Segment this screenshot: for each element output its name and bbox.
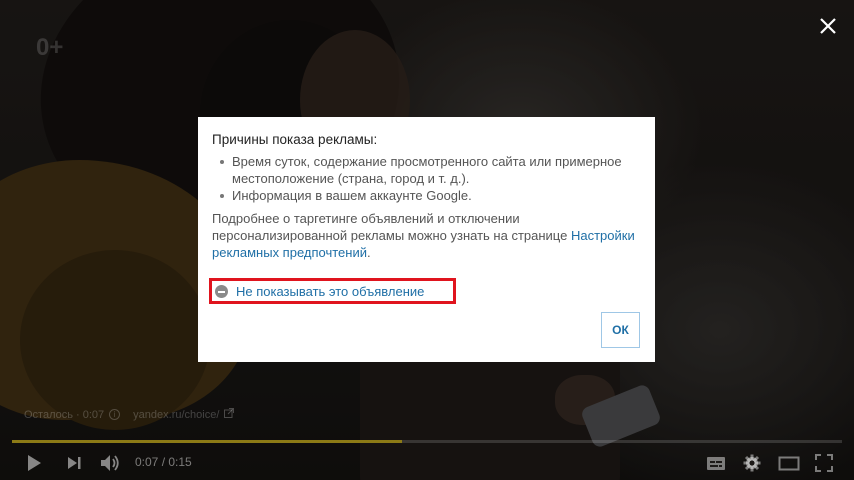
reason-item: Время суток, содержание просмотренного с…: [212, 153, 641, 187]
time-display: 0:07 / 0:15: [135, 455, 192, 469]
ad-info-bar: Осталось · 0:07 i yandex.ru/choice/: [24, 408, 235, 421]
progress-fill: [12, 440, 403, 443]
fullscreen-button[interactable]: [813, 452, 835, 474]
progress-bar[interactable]: [12, 440, 842, 443]
hide-ad-button[interactable]: Не показывать это объявление: [209, 278, 456, 304]
reasons-list: Время суток, содержание просмотренного с…: [212, 153, 641, 204]
targeting-info: Подробнее о таргетинге объявлений и откл…: [212, 210, 641, 261]
fullscreen-icon: [815, 454, 833, 472]
play-icon: [28, 455, 41, 471]
gear-icon: [743, 454, 761, 472]
subtitles-icon: [707, 457, 725, 470]
targeting-info-text: Подробнее о таргетинге объявлений и откл…: [212, 211, 568, 243]
ad-remaining-text: Осталось · 0:07: [24, 408, 105, 421]
external-link-icon[interactable]: [224, 408, 235, 421]
volume-button[interactable]: [99, 452, 123, 474]
subtitles-button[interactable]: [705, 452, 727, 474]
ad-reasons-dialog: Причины показа рекламы: Время суток, сод…: [198, 117, 655, 362]
next-button[interactable]: [64, 452, 84, 474]
reason-item: Информация в вашем аккаунте Google.: [212, 187, 641, 204]
advertiser-link[interactable]: yandex.ru/choice/: [133, 409, 219, 421]
link-suffix: .: [366, 245, 371, 260]
hide-ad-label: Не показывать это объявление: [236, 283, 425, 299]
settings-button[interactable]: [741, 452, 763, 474]
minus-circle-icon: [215, 284, 228, 298]
close-icon: [820, 18, 836, 34]
theater-icon: [778, 456, 800, 471]
volume-icon: [101, 455, 119, 471]
play-button[interactable]: [24, 452, 44, 474]
age-rating-badge: 0+: [36, 34, 64, 61]
info-icon[interactable]: i: [109, 409, 121, 420]
theater-mode-button[interactable]: [777, 452, 801, 474]
dialog-title: Причины показа рекламы:: [212, 132, 378, 147]
player-controls: 0:07 / 0:15: [0, 446, 854, 480]
ok-button[interactable]: ОК: [601, 312, 640, 348]
close-button[interactable]: [814, 12, 842, 40]
next-icon: [68, 457, 81, 469]
